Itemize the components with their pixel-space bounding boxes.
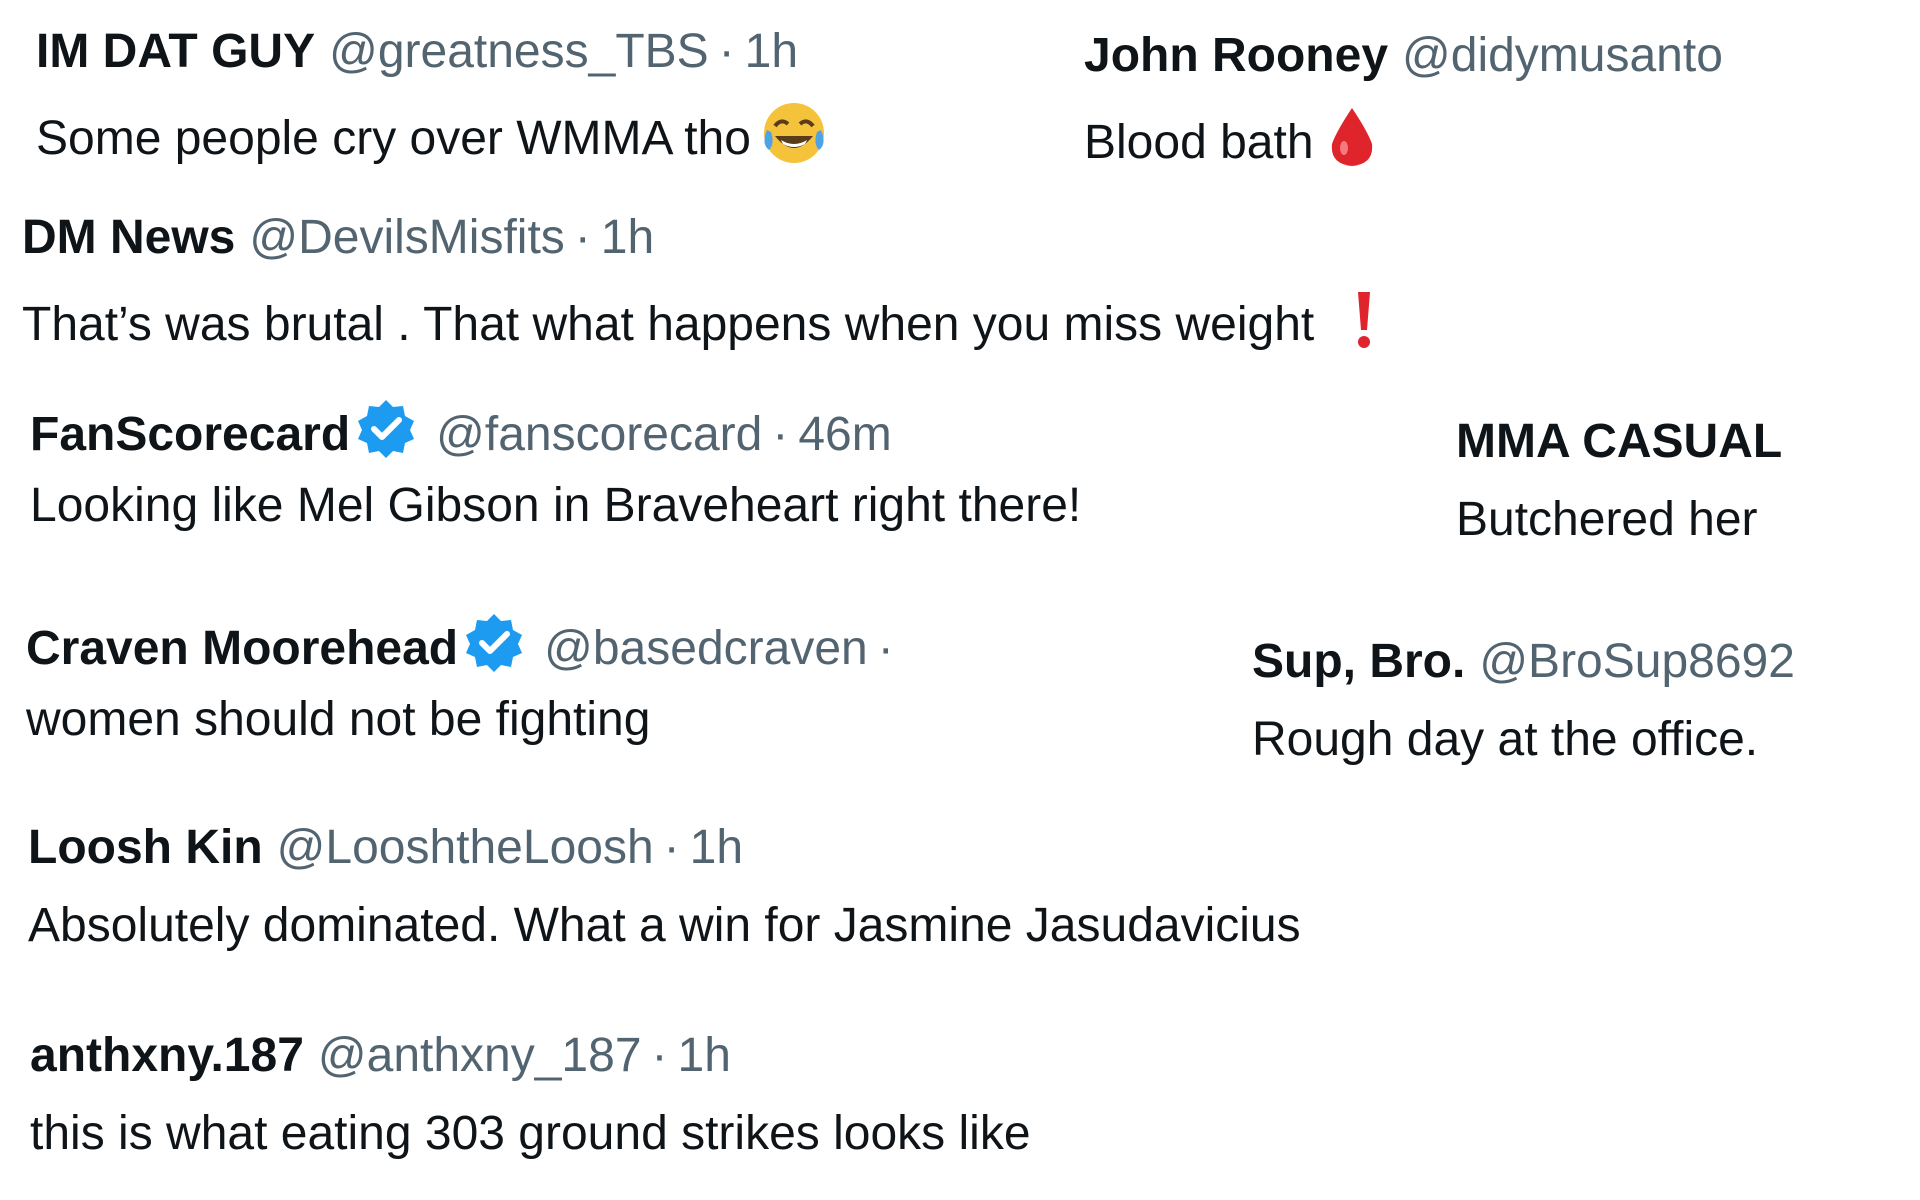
verified-badge-icon[interactable] bbox=[464, 612, 524, 687]
author-name[interactable]: MMA CASUAL bbox=[1456, 415, 1782, 468]
tweet-text: this is what eating 303 ground strikes l… bbox=[30, 1107, 1031, 1160]
tweet-text-row: Butchered her bbox=[1456, 490, 1782, 550]
author-handle[interactable]: @fanscorecard bbox=[436, 408, 762, 461]
tweet-text: Looking like Mel Gibson in Braveheart ri… bbox=[30, 479, 1082, 532]
tweet-header: DM News @DevilsMisfits · 1h bbox=[22, 208, 1374, 268]
tweet-text-row: Absolutely dominated. What a win for Jas… bbox=[28, 896, 1301, 956]
tweet-card: MMA CASUAL Butchered her bbox=[1456, 412, 1782, 550]
tweet-text: Blood bath bbox=[1084, 116, 1314, 169]
separator-dot: · bbox=[663, 821, 680, 874]
author-name[interactable]: Craven Moorehead bbox=[26, 622, 458, 675]
tweet-text-row: Some people cry over WMMA tho bbox=[36, 100, 827, 165]
author-name[interactable]: Sup, Bro. bbox=[1252, 635, 1465, 688]
timestamp[interactable]: 1h bbox=[601, 211, 654, 264]
tweet-text: Absolutely dominated. What a win for Jas… bbox=[28, 899, 1301, 952]
separator-dot: · bbox=[651, 1029, 668, 1082]
tweet-header: anthxny.187 @anthxny_187 · 1h bbox=[30, 1026, 1031, 1086]
tweet-text: Some people cry over WMMA tho bbox=[36, 112, 751, 165]
tweet-text: women should not be fighting bbox=[26, 693, 651, 746]
separator-dot: · bbox=[772, 408, 789, 461]
tweet-text-row: women should not be fighting bbox=[26, 690, 904, 750]
separator-dot: · bbox=[574, 211, 591, 264]
tweet-header: John Rooney @didymusanto bbox=[1084, 26, 1723, 86]
tweet-header: FanScorecard @fanscorecard · 46m bbox=[30, 398, 1081, 461]
author-handle[interactable]: @didymusanto bbox=[1402, 29, 1723, 82]
tweet-header: Sup, Bro. @BroSup8692 bbox=[1252, 632, 1795, 692]
tweet-text-row: this is what eating 303 ground strikes l… bbox=[30, 1104, 1031, 1164]
tweet-header: IM DAT GUY @greatness_TBS · 1h bbox=[36, 22, 827, 82]
separator-dot: · bbox=[718, 25, 735, 78]
exclamation-icon bbox=[1354, 286, 1374, 367]
tweet-text-row: That’s was brutal . That what happens wh… bbox=[22, 286, 1374, 351]
tweet-card: Loosh Kin @LooshtheLoosh · 1h Absolutely do… bbox=[28, 818, 1301, 956]
tweet-card: John Rooney @didymusanto Blood bath bbox=[1084, 26, 1723, 169]
verified-badge-icon[interactable] bbox=[356, 398, 416, 473]
joy-tears-icon bbox=[761, 100, 827, 181]
tweet-text: That’s was brutal . That what happens wh… bbox=[22, 298, 1315, 351]
tweet-header: Craven Moorehead @basedcraven · bbox=[26, 612, 904, 675]
tweet-header: MMA CASUAL bbox=[1456, 412, 1782, 472]
tweet-card: IM DAT GUY @greatness_TBS · 1h Some people … bbox=[36, 22, 827, 165]
tweet-card: Sup, Bro. @BroSup8692 Rough day at the of… bbox=[1252, 632, 1795, 770]
author-name[interactable]: anthxny.187 bbox=[30, 1029, 304, 1082]
author-handle[interactable]: @LooshtheLoosh bbox=[277, 821, 654, 874]
timestamp[interactable]: 1h bbox=[745, 25, 798, 78]
timestamp[interactable]: 1h bbox=[678, 1029, 731, 1082]
timestamp[interactable]: 46m bbox=[798, 408, 891, 461]
author-name[interactable]: FanScorecard bbox=[30, 408, 350, 461]
timestamp[interactable]: 1h bbox=[690, 821, 743, 874]
author-handle[interactable]: @anthxny_187 bbox=[318, 1029, 642, 1082]
author-name[interactable]: John Rooney bbox=[1084, 29, 1388, 82]
author-handle[interactable]: @BroSup8692 bbox=[1479, 635, 1795, 688]
tweet-header: Loosh Kin @LooshtheLoosh · 1h bbox=[28, 818, 1301, 878]
tweet-text: Butchered her bbox=[1456, 493, 1758, 546]
author-name[interactable]: IM DAT GUY bbox=[36, 25, 315, 78]
tweet-text: Rough day at the office. bbox=[1252, 713, 1759, 766]
author-name[interactable]: DM News bbox=[22, 211, 235, 264]
tweet-text-row: Rough day at the office. bbox=[1252, 710, 1795, 770]
author-handle[interactable]: @basedcraven bbox=[544, 622, 868, 675]
tweet-card: anthxny.187 @anthxny_187 · 1h this is what … bbox=[30, 1026, 1031, 1164]
tweet-card: DM News @DevilsMisfits · 1h That’s was brut… bbox=[22, 208, 1374, 351]
tweet-card: Craven Moorehead @basedcraven · women sho… bbox=[26, 612, 904, 750]
author-handle[interactable]: @DevilsMisfits bbox=[249, 211, 564, 264]
author-name[interactable]: Loosh Kin bbox=[28, 821, 263, 874]
tweet-card: FanScorecard @fanscorecard · 46m Looking l… bbox=[30, 398, 1081, 536]
separator-dot: · bbox=[877, 622, 894, 675]
drop-of-blood-icon bbox=[1324, 104, 1380, 185]
tweet-text-row: Looking like Mel Gibson in Braveheart ri… bbox=[30, 476, 1081, 536]
tweet-text-row: Blood bath bbox=[1084, 104, 1723, 169]
author-handle[interactable]: @greatness_TBS bbox=[329, 25, 709, 78]
